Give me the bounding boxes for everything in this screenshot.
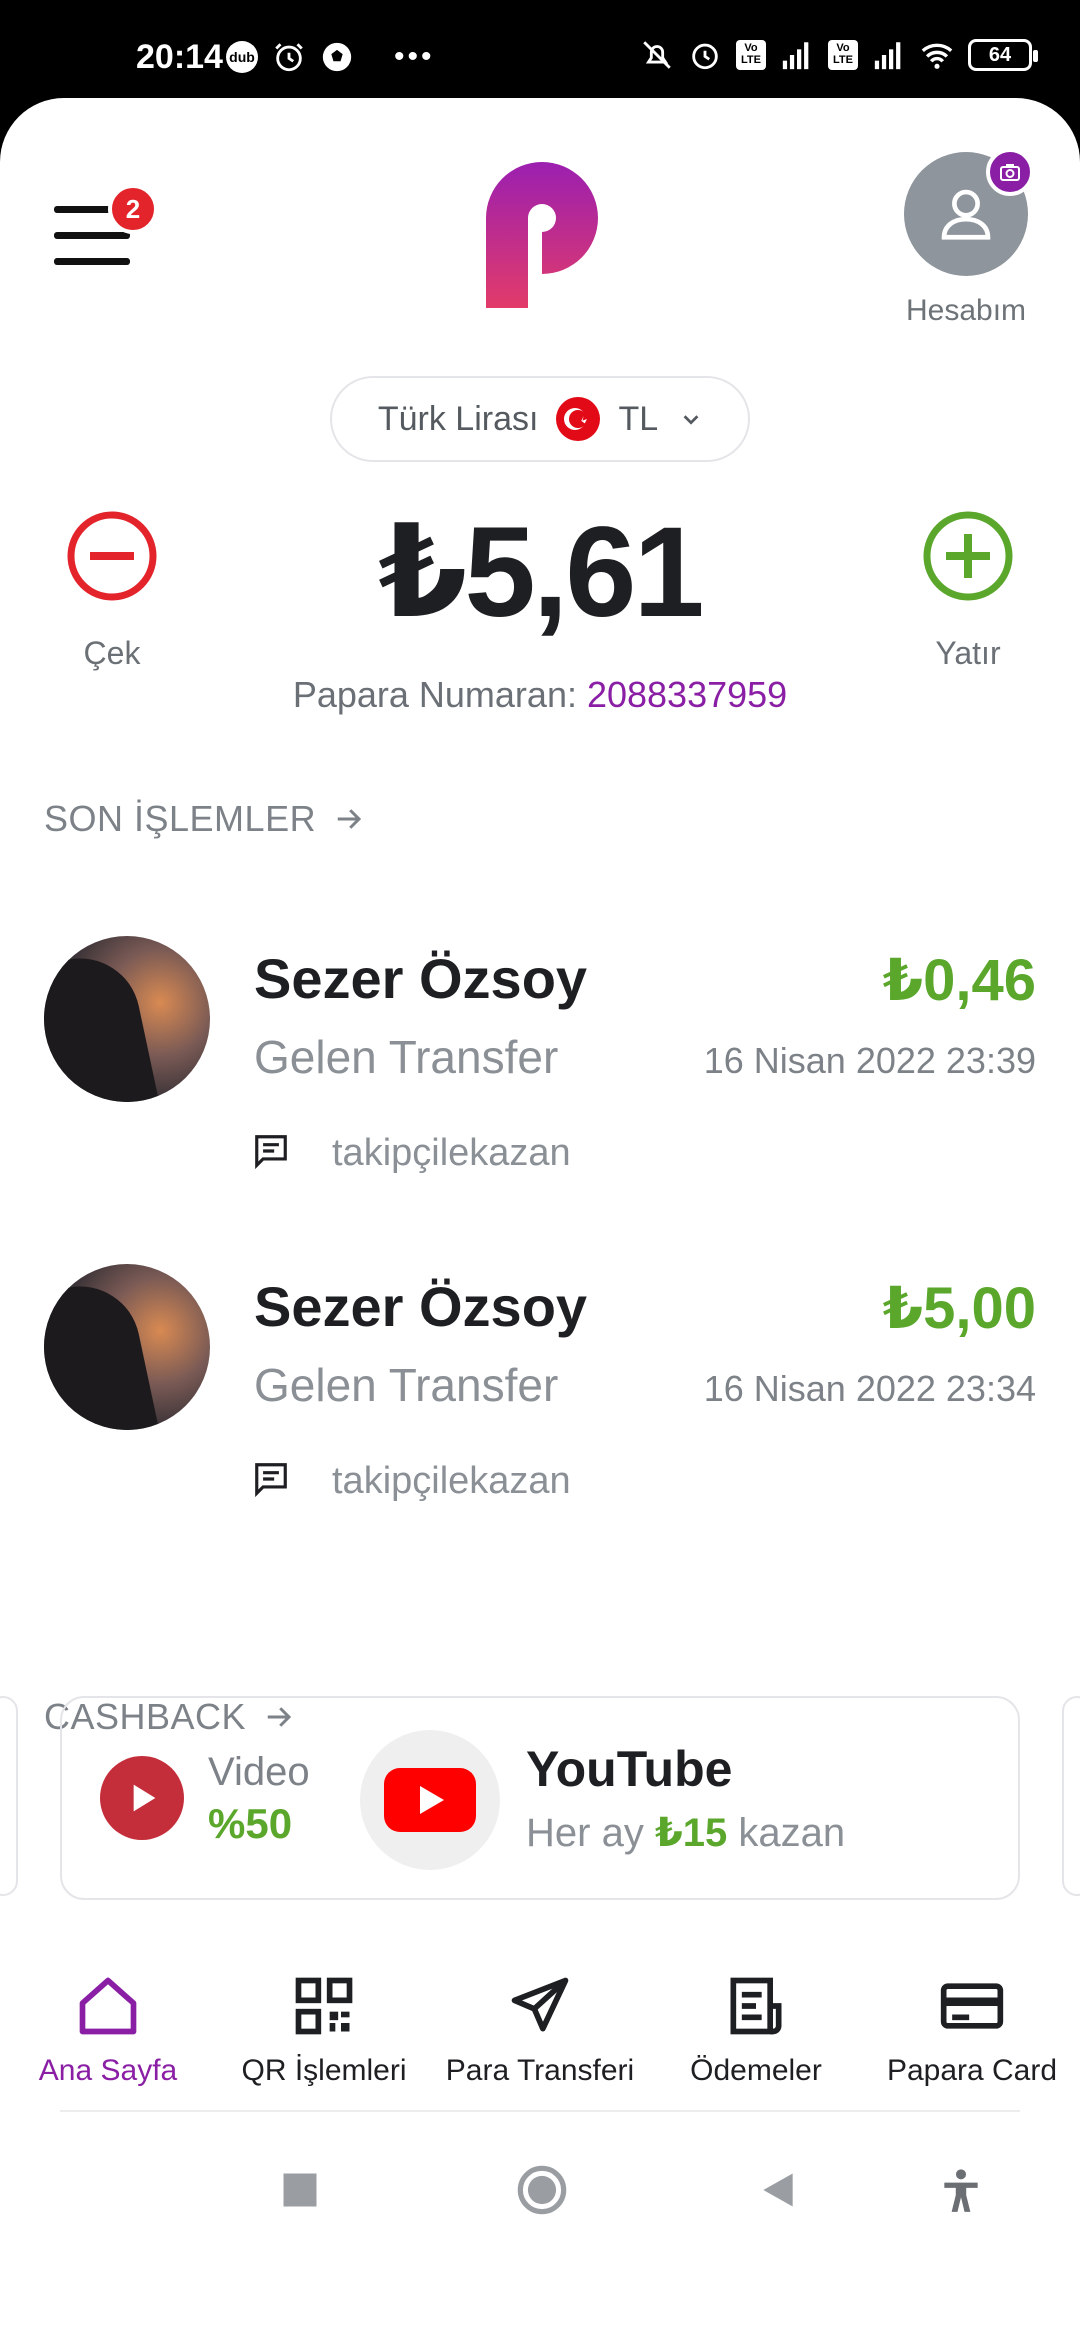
offer-suffix: kazan: [738, 1811, 846, 1855]
credit-card-icon: [940, 1983, 1004, 2029]
volte-icon: Vo LTE: [828, 40, 858, 70]
status-right-icons: Vo LTE Vo LTE 64: [640, 38, 1038, 72]
camera-icon[interactable]: [986, 148, 1034, 196]
nav-home-label: Ana Sayfa: [38, 2054, 178, 2087]
account-label: Hesabım: [905, 294, 1027, 327]
currency-code: TL: [618, 399, 659, 438]
plus-circle-icon: [923, 511, 1013, 601]
chevron-down-icon: [683, 415, 699, 425]
message-icon: [255, 1135, 287, 1170]
app-screen: 2 Hesabım Türk Lirası TL Çek ₺5,61 Yatır…: [0, 98, 1080, 2340]
papara-number-value[interactable]: 2088337959: [587, 674, 787, 715]
sender-avatar: [44, 936, 210, 1102]
more-dots-icon: •••: [394, 40, 435, 73]
cashback-brand: YouTube: [526, 1741, 733, 1797]
transaction-note: takipçilekazan: [332, 1460, 571, 1502]
back-icon[interactable]: [756, 2168, 800, 2212]
send-icon: [511, 1977, 569, 2032]
avatar[interactable]: [904, 148, 1034, 276]
nav-payments-label: Ödemeler: [690, 2054, 822, 2087]
offer-amount: ₺15: [654, 1811, 728, 1855]
nav-qr-label: QR İşlemleri: [241, 2054, 407, 2087]
status-left-icons: dub •••: [226, 40, 435, 74]
sender-avatar: [44, 1264, 210, 1430]
turkey-flag-icon: [556, 397, 601, 441]
currency-name: Türk Lirası: [377, 399, 539, 438]
transaction-name: Sezer Özsoy: [254, 1275, 588, 1338]
arrow-right-icon: [337, 809, 362, 829]
transaction-type: Gelen Transfer: [254, 1359, 559, 1411]
cashback-card-next[interactable]: [1062, 1696, 1080, 1896]
transaction-note: takipçilekazan: [332, 1132, 571, 1174]
cashback-offer: Her ay ₺15 kazan: [526, 1810, 845, 1856]
withdraw-label: Çek: [83, 635, 141, 671]
notification-badge: 2: [108, 184, 158, 234]
nav-home[interactable]: Ana Sayfa: [0, 1972, 216, 2088]
recent-apps-icon[interactable]: [278, 2168, 322, 2212]
papara-number[interactable]: Papara Numaran: 2088337959: [180, 674, 900, 716]
cashback-card-prev[interactable]: [0, 1696, 18, 1896]
offer-prefix: Her ay: [526, 1811, 644, 1855]
wifi-icon: [921, 43, 953, 69]
battery-icon: 64: [968, 39, 1038, 71]
home-icon: [79, 1977, 137, 2035]
recent-transactions-title: SON İŞLEMLER: [44, 798, 317, 839]
nav-payments[interactable]: Ödemeler: [648, 1972, 864, 2088]
soccer-ball-icon: [322, 42, 352, 72]
minus-circle-icon: [67, 511, 157, 601]
user-icon: [941, 189, 991, 240]
youtube-logo-icon: [360, 1730, 500, 1870]
system-nav-bar: [0, 2128, 1080, 2242]
currency-selector[interactable]: Türk Lirası TL: [330, 376, 750, 462]
alarm-icon: [275, 43, 303, 72]
receipt-icon: [730, 1977, 782, 2035]
message-icon: [255, 1463, 287, 1498]
nav-transfer-label: Para Transferi: [445, 2054, 635, 2087]
nav-card-label: Papara Card: [886, 2054, 1058, 2087]
nav-card[interactable]: Papara Card: [864, 1972, 1080, 2088]
transaction-amount: ₺0,46: [882, 948, 1036, 1013]
nav-divider: [60, 2110, 1020, 2112]
accessibility-icon[interactable]: [936, 2164, 986, 2218]
transaction-name: Sezer Özsoy: [254, 947, 588, 1010]
nav-qr[interactable]: QR İşlemleri: [216, 1972, 432, 2088]
dub-icon: dub: [226, 41, 258, 73]
cashback-category: Video: [208, 1750, 310, 1794]
account-button[interactable]: Hesabım: [904, 148, 1034, 328]
silent-icon: [643, 41, 671, 69]
status-time: 20:14: [136, 38, 223, 76]
papara-number-label: Papara Numaran:: [292, 674, 577, 715]
transaction-row[interactable]: Sezer Özsoy Gelen Transfer ₺5,00 16 Nisa…: [0, 1264, 1080, 1524]
deposit-label: Yatır: [935, 635, 1001, 671]
bottom-nav: Ana Sayfa QR İşlemleri Para Transferi Öd…: [0, 1972, 1080, 2092]
alarm-icon: [692, 43, 718, 70]
video-play-icon: [100, 1756, 184, 1840]
deposit-button[interactable]: Yatır: [918, 510, 1018, 672]
signal-icon: [782, 42, 809, 70]
transaction-date: 16 Nisan 2022 23:39: [703, 1040, 1036, 1081]
signal-icon: [874, 42, 901, 70]
home-button-icon[interactable]: [516, 2164, 568, 2216]
transaction-type: Gelen Transfer: [254, 1031, 559, 1083]
transaction-amount: ₺5,00: [882, 1276, 1036, 1341]
transaction-row[interactable]: Sezer Özsoy Gelen Transfer ₺0,46 16 Nisa…: [0, 936, 1080, 1196]
nav-transfer[interactable]: Para Transferi: [432, 1972, 648, 2088]
qr-code-icon: [295, 1977, 353, 2035]
cashback-card[interactable]: Video %50 YouTube Her ay ₺15 kazan: [60, 1696, 1020, 1900]
withdraw-button[interactable]: Çek: [62, 510, 162, 672]
balance-amount: ₺5,61: [378, 501, 704, 644]
cashback-rate: %50: [208, 1800, 293, 1847]
papara-logo: [486, 162, 598, 308]
transaction-date: 16 Nisan 2022 23:34: [703, 1368, 1036, 1409]
volte-icon: Vo LTE: [736, 40, 766, 70]
recent-transactions-link[interactable]: SON İŞLEMLER: [44, 798, 364, 840]
